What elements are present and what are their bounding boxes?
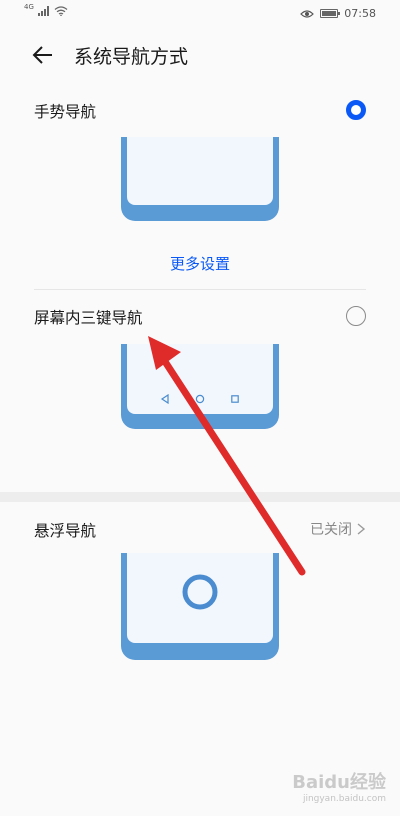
floating-button-icon [182, 574, 218, 610]
status-right: 07:58 [300, 7, 376, 20]
three-key-radio-unselected[interactable] [346, 306, 366, 326]
option-three-key-navigation[interactable]: 屏幕内三键导航 [0, 296, 400, 336]
floating-status[interactable]: 已关闭 [310, 519, 366, 539]
gesture-preview-screen [127, 137, 273, 205]
page-title: 系统导航方式 [74, 46, 189, 68]
signal-icon [37, 6, 49, 16]
gesture-radio-selected[interactable] [346, 100, 366, 120]
more-settings-link[interactable]: 更多设置 [0, 253, 400, 274]
network-type: 4G [24, 3, 34, 11]
battery-icon [320, 9, 341, 18]
option-gesture-label: 手势导航 [34, 103, 97, 121]
chevron-right-icon [357, 523, 366, 535]
option-gesture-navigation[interactable]: 手势导航 [0, 90, 400, 130]
divider [34, 289, 366, 290]
status-time: 07:58 [344, 7, 376, 20]
floating-preview-screen [127, 553, 273, 643]
circle-icon [195, 394, 205, 404]
three-key-preview-screen [127, 344, 273, 414]
square-icon [231, 395, 239, 403]
watermark-url: jingyan.baidu.com [302, 794, 386, 804]
baidu-watermark: Baidu经验 jingyan.baidu.com [266, 768, 386, 804]
arrow-left-icon [32, 46, 52, 64]
gesture-preview-phone [121, 137, 279, 221]
status-bar: 4G 07:58 [0, 0, 400, 28]
back-button[interactable] [28, 40, 58, 70]
three-key-preview-phone [121, 344, 279, 429]
option-floating-navigation[interactable]: 悬浮导航 已关闭 [0, 509, 400, 549]
status-left: 4G [24, 3, 68, 16]
eye-icon [300, 9, 315, 18]
section-gap [0, 492, 400, 502]
floating-preview-phone [121, 553, 279, 660]
triangle-left-icon [160, 394, 169, 404]
option-three-key-label: 屏幕内三键导航 [34, 309, 143, 327]
watermark-brand: Baidu经验 [292, 772, 386, 793]
floating-status-text: 已关闭 [310, 522, 352, 538]
option-floating-label: 悬浮导航 [34, 522, 97, 540]
wifi-icon [54, 6, 68, 16]
header: 系统导航方式 [0, 28, 400, 82]
